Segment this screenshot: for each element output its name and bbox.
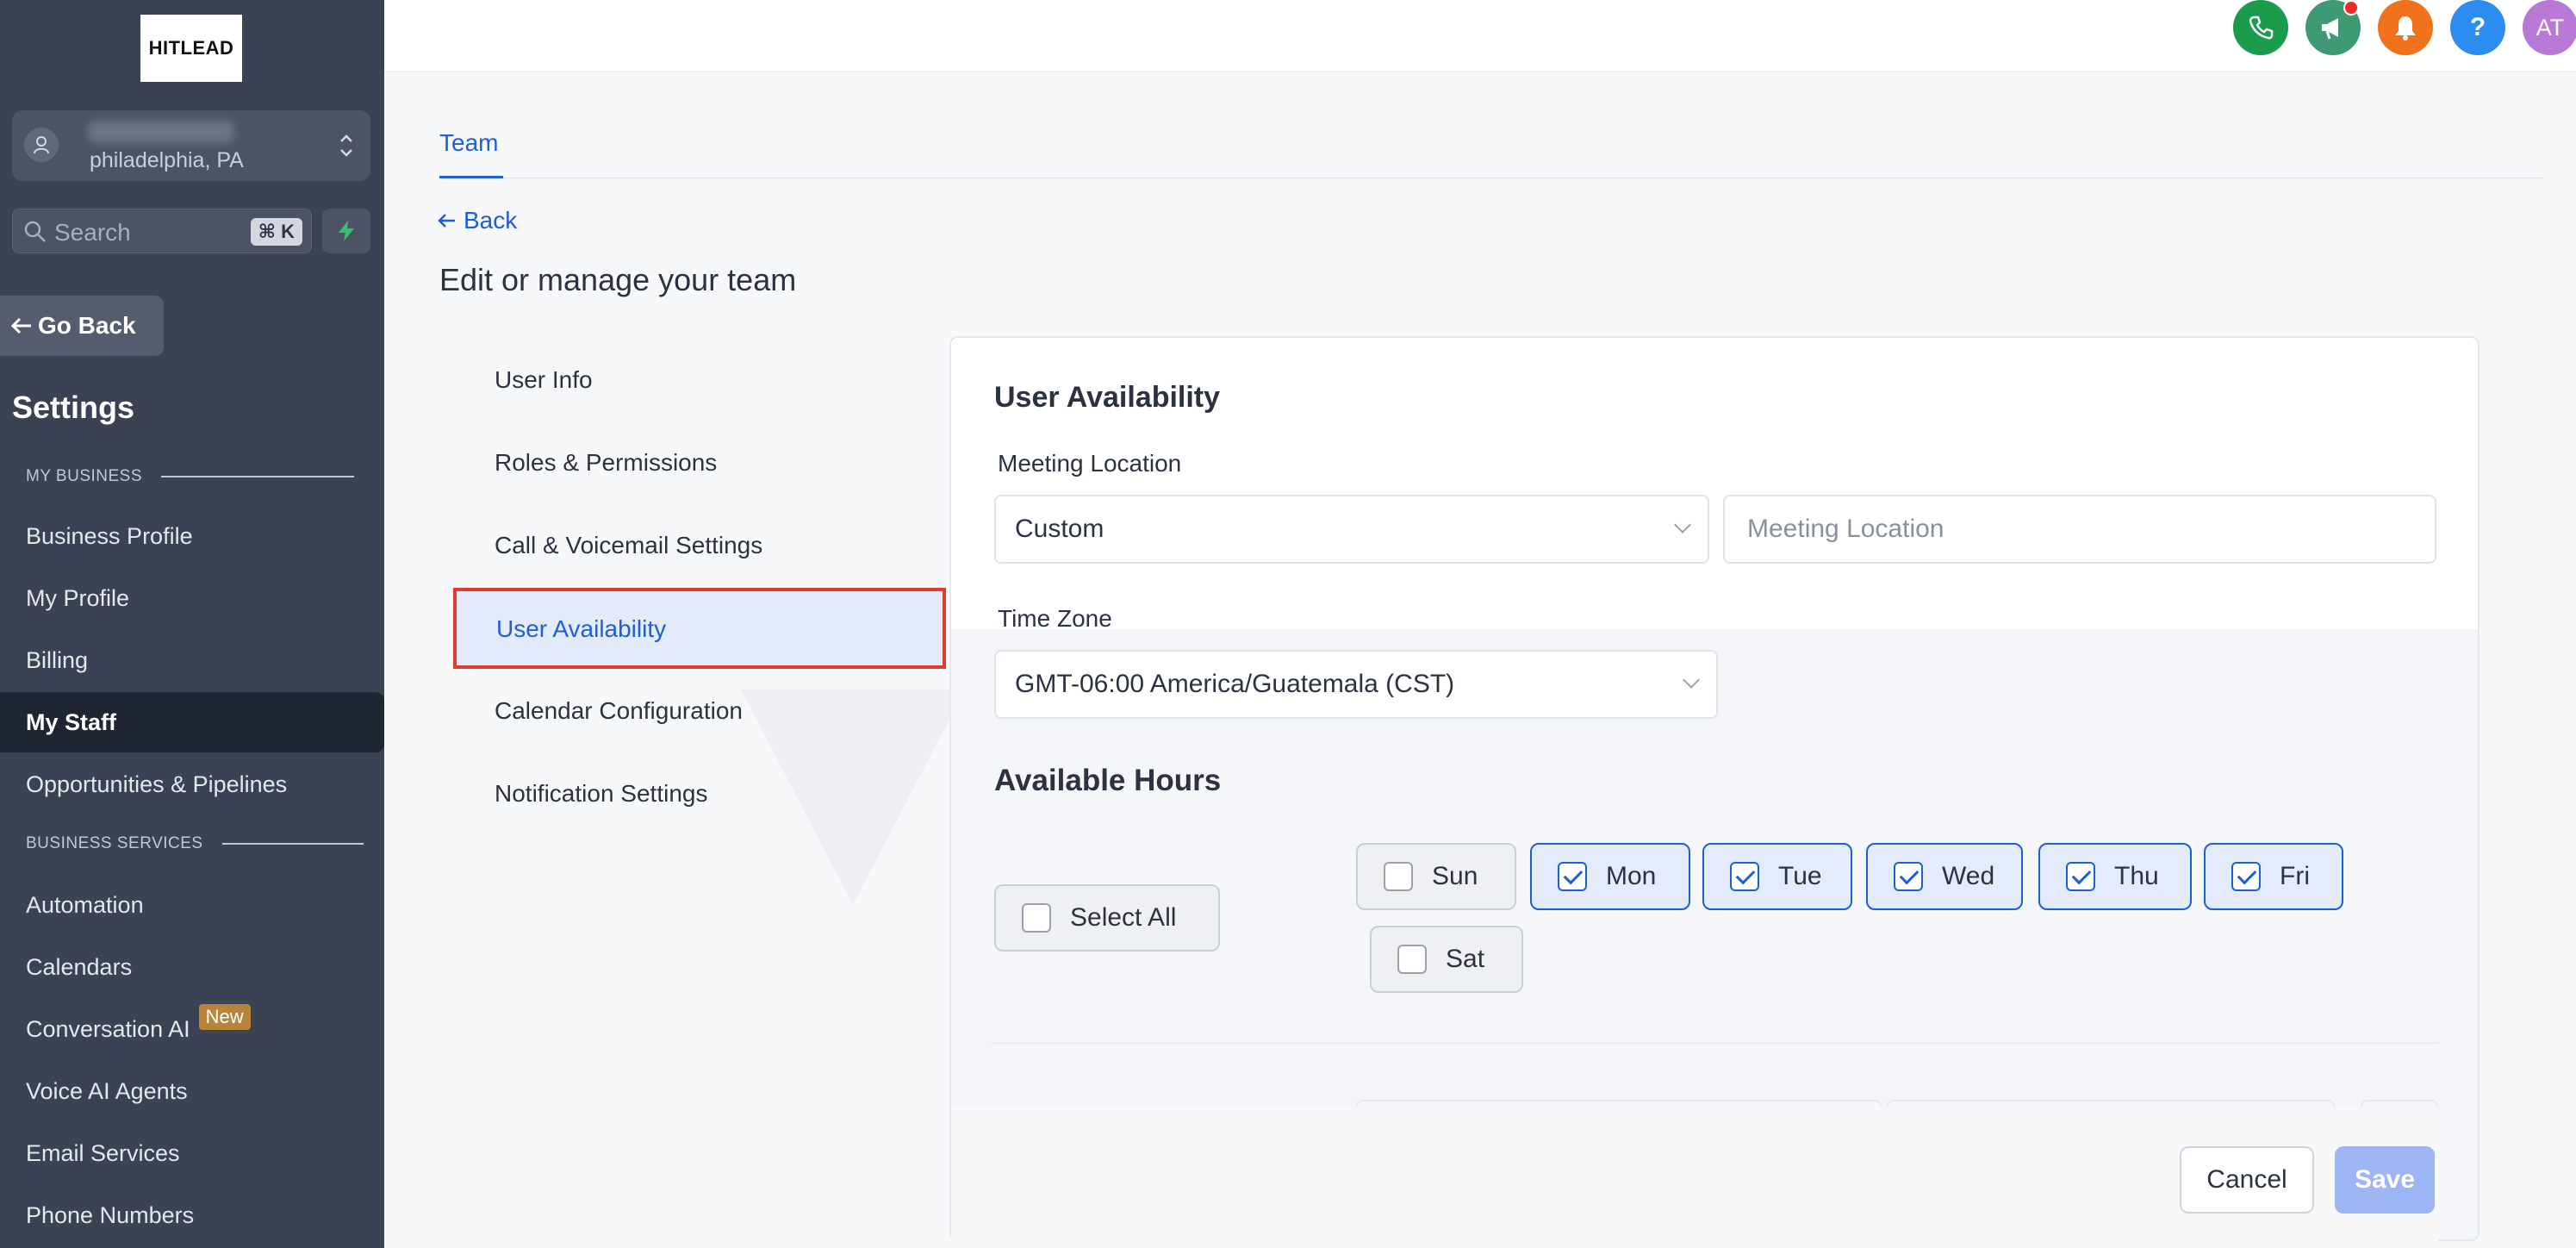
active-tab-indicator bbox=[439, 176, 503, 178]
account-switcher[interactable]: philadelphia, PA bbox=[12, 110, 370, 181]
divider bbox=[161, 476, 355, 477]
day-thu-checkbox[interactable]: Thu bbox=[2038, 843, 2192, 910]
help-icon: ? bbox=[2469, 13, 2486, 41]
account-name-redacted bbox=[88, 121, 234, 143]
check-icon bbox=[1894, 862, 1923, 891]
bell-icon bbox=[2395, 16, 2416, 41]
sidebar-item-phone-numbers[interactable]: Phone Numbers bbox=[0, 1185, 384, 1245]
decorative-shape bbox=[741, 690, 965, 905]
checkbox bbox=[1022, 903, 1051, 933]
check-icon bbox=[1730, 862, 1759, 891]
day-fri-checkbox[interactable]: Fri bbox=[2204, 843, 2343, 910]
card-title: User Availability bbox=[994, 381, 1221, 414]
check-icon bbox=[2066, 862, 2095, 891]
checkbox bbox=[1384, 862, 1413, 891]
account-location: philadelphia, PA bbox=[90, 148, 244, 172]
chevron-down-icon bbox=[1674, 516, 1691, 534]
time-zone-select[interactable]: GMT-06:00 America/Guatemala (CST) bbox=[994, 650, 1718, 719]
subnav-user-availability[interactable]: User Availability bbox=[453, 588, 946, 669]
arrow-left-icon bbox=[438, 214, 455, 228]
tab-team[interactable]: Team bbox=[439, 129, 498, 157]
day-tue-checkbox[interactable]: Tue bbox=[1702, 843, 1852, 910]
subnav-roles-permissions[interactable]: Roles & Permissions bbox=[495, 449, 717, 477]
brand-logo[interactable]: HITLEAD bbox=[140, 15, 242, 82]
day-mon-checkbox[interactable]: Mon bbox=[1530, 843, 1690, 910]
user-availability-card: User Availability Meeting Location Custo… bbox=[949, 336, 2480, 1241]
help-button[interactable]: ? bbox=[2450, 0, 2505, 55]
sidebar: HITLEAD philadelphia, PA Search ⌘ K Go B… bbox=[0, 0, 384, 1248]
available-hours-title: Available Hours bbox=[994, 764, 1222, 797]
sidebar-item-conversation-ai[interactable]: Conversation AI New bbox=[0, 999, 384, 1059]
sidebar-item-calendars[interactable]: Calendars bbox=[0, 937, 384, 997]
subnav-user-info[interactable]: User Info bbox=[495, 366, 593, 394]
day-wed-checkbox[interactable]: Wed bbox=[1866, 843, 2023, 910]
avatar-initials: AT bbox=[2536, 14, 2565, 41]
sidebar-item-voice-ai-agents[interactable]: Voice AI Agents bbox=[0, 1061, 384, 1121]
phone-button[interactable] bbox=[2233, 0, 2288, 55]
search-input[interactable]: Search ⌘ K bbox=[12, 209, 312, 253]
meeting-location-select[interactable]: Custom bbox=[994, 495, 1709, 564]
sidebar-item-my-profile[interactable]: My Profile bbox=[0, 568, 384, 628]
arrow-left-icon bbox=[10, 317, 31, 334]
sidebar-item-automation[interactable]: Automation bbox=[0, 875, 384, 935]
announcements-button[interactable] bbox=[2305, 0, 2361, 55]
select-all-checkbox[interactable]: Select All bbox=[994, 884, 1220, 952]
page-title: Edit or manage your team bbox=[439, 262, 797, 297]
save-button[interactable]: Save bbox=[2335, 1146, 2435, 1214]
top-bar: ? AT bbox=[384, 0, 2576, 72]
sidebar-item-my-staff[interactable]: My Staff bbox=[0, 692, 384, 752]
day-sun-checkbox[interactable]: Sun bbox=[1356, 843, 1516, 910]
checkbox bbox=[1397, 945, 1427, 974]
subnav-calendar-configuration[interactable]: Calendar Configuration bbox=[495, 697, 743, 725]
megaphone-icon bbox=[2322, 18, 2338, 40]
user-avatar-button[interactable]: AT bbox=[2523, 0, 2576, 55]
settings-title: Settings bbox=[12, 390, 135, 425]
time-zone-label: Time Zone bbox=[998, 605, 1112, 632]
section-my-business: MY BUSINESS bbox=[26, 467, 355, 486]
search-shortcut: ⌘ K bbox=[250, 218, 302, 246]
phone-icon bbox=[2249, 16, 2274, 40]
sidebar-item-opportunities[interactable]: Opportunities & Pipelines bbox=[0, 754, 384, 814]
subnav-call-voicemail[interactable]: Call & Voicemail Settings bbox=[495, 532, 762, 559]
chevron-down-icon bbox=[1683, 671, 1700, 689]
section-business-services: BUSINESS SERVICES bbox=[26, 834, 364, 853]
notification-dot bbox=[2343, 0, 2359, 16]
subnav-notification-settings[interactable]: Notification Settings bbox=[495, 780, 707, 808]
go-back-button[interactable]: Go Back bbox=[0, 296, 164, 356]
sidebar-item-email-services[interactable]: Email Services bbox=[0, 1123, 384, 1183]
meeting-location-label: Meeting Location bbox=[998, 450, 1182, 477]
meeting-location-input[interactable]: Meeting Location bbox=[1723, 495, 2436, 564]
check-icon bbox=[1558, 862, 1587, 891]
location-icon bbox=[24, 128, 59, 162]
back-link[interactable]: Back bbox=[438, 207, 517, 234]
quick-action-button[interactable] bbox=[322, 209, 370, 253]
sidebar-item-business-profile[interactable]: Business Profile bbox=[0, 506, 384, 566]
sidebar-item-billing[interactable]: Billing bbox=[0, 630, 384, 690]
check-icon bbox=[2231, 862, 2261, 891]
lightning-icon bbox=[339, 221, 354, 241]
search-icon bbox=[24, 221, 46, 242]
day-sat-checkbox[interactable]: Sat bbox=[1370, 926, 1523, 993]
notifications-button[interactable] bbox=[2378, 0, 2433, 55]
new-badge: New bbox=[198, 1004, 251, 1030]
cancel-button[interactable]: Cancel bbox=[2180, 1146, 2314, 1214]
divider bbox=[221, 843, 364, 845]
search-placeholder: Search bbox=[54, 219, 131, 246]
section-divider bbox=[991, 1043, 2438, 1044]
chevron-updown-icon bbox=[340, 134, 352, 157]
